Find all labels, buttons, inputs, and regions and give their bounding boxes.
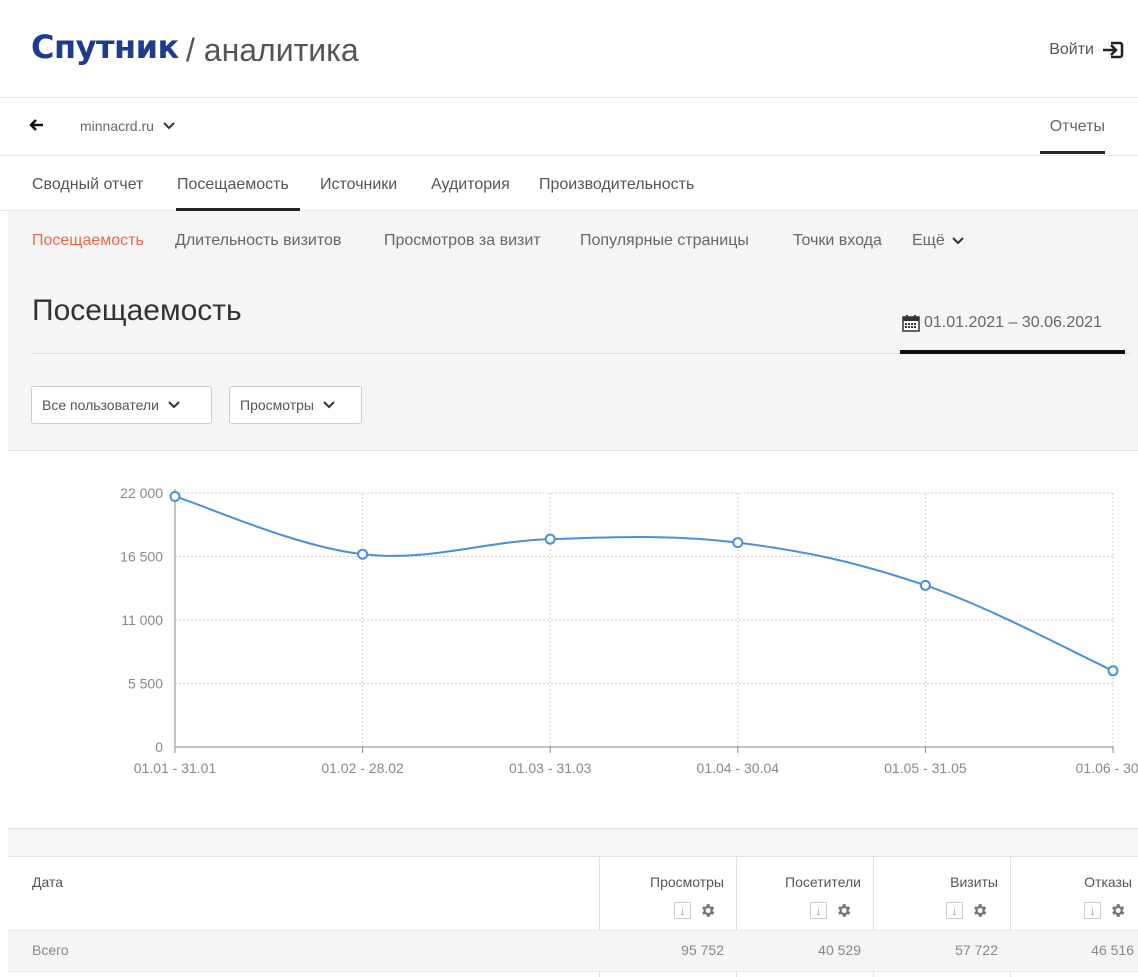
date-range-underline — [900, 350, 1125, 354]
tab-audience[interactable]: Аудитория — [431, 176, 510, 194]
tab-performance[interactable]: Производительность — [539, 176, 694, 194]
tab-sources[interactable]: Источники — [320, 176, 397, 194]
main-tabs: Сводный отчет Посещаемость Источники Ауд… — [0, 156, 1138, 211]
chevron-down-icon — [952, 237, 964, 245]
gear-icon[interactable] — [835, 902, 852, 919]
tab-traffic[interactable]: Посещаемость — [177, 176, 289, 194]
reports-link[interactable]: Отчеты — [1050, 118, 1105, 136]
column-header-bounces[interactable]: Отказы — [1084, 874, 1132, 890]
gear-icon[interactable] — [699, 902, 716, 919]
subtab-more-label: Ещё — [912, 232, 945, 249]
column-tools-visits: ↓ — [946, 902, 988, 919]
section-spacer — [8, 829, 1138, 857]
chevron-down-icon — [323, 401, 335, 409]
tab-summary[interactable]: Сводный отчет — [32, 176, 143, 194]
subtab-popular-pages[interactable]: Популярные страницы — [580, 232, 749, 250]
login-button[interactable]: Войти — [1049, 40, 1124, 60]
column-header-visitors[interactable]: Посетители — [785, 874, 861, 890]
sort-arrow-icon[interactable]: ↓ — [1084, 902, 1101, 919]
column-header-views[interactable]: Просмотры — [650, 874, 724, 890]
logo-subtitle: / аналитика — [186, 32, 359, 68]
top-bar: Спутник / аналитика Войти — [0, 0, 1138, 98]
x-tick-label: 01.06 - 30.0 — [1076, 760, 1138, 776]
gear-icon[interactable] — [1109, 902, 1126, 919]
y-tick-label: 0 — [155, 739, 163, 755]
metric-value: Просмотры — [240, 397, 314, 413]
column-tools-views: ↓ — [674, 902, 716, 919]
date-range-value: 01.01.2021 – 30.06.2021 — [924, 314, 1102, 331]
traffic-line-chart: 0 5 500 11 000 16 500 22 000 01.01 - 31.01 01.… — [120, 485, 1138, 776]
total-visitors: 40 529 — [818, 942, 861, 958]
table-header — [8, 857, 1138, 930]
reports-underline — [1040, 151, 1105, 154]
subtab-entry-points[interactable]: Точки входа — [793, 232, 882, 250]
x-tick-label: 01.03 - 31.03 — [509, 760, 592, 776]
data-point — [732, 537, 744, 549]
data-point — [169, 490, 181, 502]
column-header-visits[interactable]: Визиты — [950, 874, 998, 890]
data-point — [1107, 665, 1119, 677]
data-point — [919, 579, 931, 591]
sort-arrow-icon[interactable]: ↓ — [810, 902, 827, 919]
metric-dropdown[interactable]: Просмотры — [229, 386, 362, 424]
chevron-down-icon — [163, 122, 175, 130]
x-tick-label: 01.01 - 31.01 — [134, 760, 217, 776]
x-tick-label: 01.02 - 28.02 — [321, 760, 404, 776]
column-tools-visitors: ↓ — [810, 902, 852, 919]
column-tools-bounces: ↓ — [1084, 902, 1126, 919]
sort-arrow-icon[interactable]: ↓ — [946, 902, 963, 919]
y-tick-label: 22 000 — [120, 485, 163, 501]
back-arrow-icon[interactable] — [28, 117, 44, 133]
subtab-more[interactable]: Ещё — [912, 232, 965, 250]
subtab-visit-duration[interactable]: Длительность визитов — [175, 232, 341, 250]
total-bounces: 46 516 — [1091, 942, 1134, 958]
series-line — [174, 495, 1114, 672]
chevron-down-icon — [168, 401, 180, 409]
y-tick-label: 16 500 — [120, 549, 163, 565]
page-title: Посещаемость — [32, 294, 242, 327]
gear-icon[interactable] — [971, 902, 988, 919]
data-point — [544, 533, 556, 545]
login-icon — [1103, 41, 1124, 59]
segment-value: Все пользователи — [42, 397, 159, 413]
sort-arrow-icon[interactable]: ↓ — [674, 902, 691, 919]
total-views: 95 752 — [681, 942, 724, 958]
y-tick-label: 11 000 — [121, 612, 163, 628]
subtab-traffic[interactable]: Посещаемость — [32, 232, 144, 250]
calendar-icon — [902, 315, 920, 332]
site-selector[interactable]: minnacrd.ru — [80, 118, 176, 134]
date-range-picker[interactable]: 01.01.2021 – 30.06.2021 — [902, 314, 1102, 332]
subtab-views-per-visit[interactable]: Просмотров за визит — [384, 232, 541, 250]
column-header-date[interactable]: Дата — [32, 874, 63, 890]
total-label: Всего — [32, 942, 69, 958]
site-name: minnacrd.ru — [80, 118, 154, 134]
logo[interactable]: Спутник — [31, 28, 179, 66]
total-visits: 57 722 — [955, 942, 998, 958]
segment-dropdown[interactable]: Все пользователи — [31, 386, 212, 424]
data-point — [357, 548, 369, 560]
x-tick-label: 01.05 - 31.05 — [884, 760, 967, 776]
x-tick-label: 01.04 - 30.04 — [697, 760, 780, 776]
y-tick-label: 5 500 — [128, 676, 163, 692]
site-bar: minnacrd.ru Отчеты — [0, 98, 1138, 156]
login-label: Войти — [1049, 41, 1094, 58]
